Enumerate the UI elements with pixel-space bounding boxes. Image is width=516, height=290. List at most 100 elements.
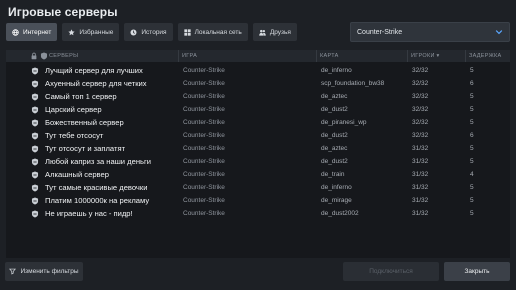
shield-icon <box>31 210 39 218</box>
star-icon <box>68 28 75 36</box>
shield-icon <box>31 119 39 127</box>
server-latency: 5 <box>470 210 474 217</box>
server-players: 32/32 <box>412 67 429 74</box>
server-name: Божественный сервер <box>45 118 124 127</box>
server-latency: 4 <box>470 171 474 178</box>
server-row[interactable]: Тут тебе отсосут Counter-Strike de_dust2 32… <box>6 129 510 142</box>
server-players: 31/32 <box>412 184 429 191</box>
server-row[interactable]: Тут самые красивые девочки Counter-Strike… <box>6 181 510 194</box>
server-row[interactable]: Ахуенный сервер для четких Counter-Strike… <box>6 77 510 90</box>
server-name: Лучщий сервер для лучших <box>45 66 143 75</box>
server-players: 31/32 <box>412 210 429 217</box>
server-players: 32/32 <box>412 93 429 100</box>
server-game: Counter-Strike <box>183 132 225 139</box>
server-latency: 6 <box>470 132 474 139</box>
server-name: Любой каприз за наши деньги <box>45 157 151 166</box>
server-game: Counter-Strike <box>183 67 225 74</box>
column-map[interactable]: КАРТА <box>316 50 339 62</box>
shield-icon <box>31 197 39 205</box>
server-game: Counter-Strike <box>183 210 225 217</box>
shield-icon <box>31 93 39 101</box>
server-map: de_mirage <box>321 197 352 204</box>
server-game: Counter-Strike <box>183 119 225 126</box>
column-game[interactable]: ИГРА <box>178 50 197 62</box>
shield-icon <box>31 67 39 75</box>
close-button[interactable]: Закрыть <box>444 262 510 281</box>
server-name: Тут тебе отсосут <box>45 131 104 140</box>
server-players: 31/32 <box>412 158 429 165</box>
server-row[interactable]: Не играешь у нас - пидр! Counter-Strike de… <box>6 207 510 220</box>
game-filter-dropdown[interactable]: Counter-Strike <box>350 22 510 42</box>
tab-internet[interactable]: Интернет <box>6 23 58 41</box>
tab-lan[interactable]: Локальная сеть <box>177 23 248 41</box>
server-map: de_train <box>321 171 345 178</box>
server-players: 31/32 <box>412 197 429 204</box>
server-map: de_dust2 <box>321 106 348 113</box>
server-players: 31/32 <box>412 171 429 178</box>
tab-label: Интернет <box>23 28 52 36</box>
server-row[interactable]: Платим 1000000к на рекламу Counter-Strike… <box>6 194 510 207</box>
change-filters-button[interactable]: Изменить фильтры <box>5 262 83 281</box>
shield-icon <box>31 184 39 192</box>
server-latency: 5 <box>470 93 474 100</box>
server-row[interactable]: Тут отсосут и заплатят Counter-Strike de_a… <box>6 142 510 155</box>
server-map: de_inferno <box>321 67 352 74</box>
shield-icon <box>31 171 39 179</box>
connect-button[interactable]: Подключиться <box>343 262 439 281</box>
history-icon <box>130 28 137 36</box>
server-map: de_aztec <box>321 93 348 100</box>
window-title: Игровые серверы <box>8 5 118 19</box>
server-name: Самый топ 1 сервер <box>45 92 117 101</box>
server-name: Не играешь у нас - пидр! <box>45 209 133 218</box>
server-map: scp_foundation_bw38 <box>321 80 385 87</box>
server-map: de_dust2002 <box>321 210 359 217</box>
tab-label: Друзья <box>269 28 291 36</box>
server-players: 31/32 <box>412 145 429 152</box>
tab-label: Локальная сеть <box>194 28 242 36</box>
server-latency: 5 <box>470 158 474 165</box>
column-latency[interactable]: ЗАДЕРЖКА <box>465 50 502 62</box>
server-list-header: СЕРВЕРЫ ИГРА КАРТА ИГРОКИ ▾ ЗАДЕРЖКА <box>6 50 510 62</box>
server-name: Тут отсосут и заплатят <box>45 144 126 153</box>
server-row[interactable]: Божественный сервер Counter-Strike de_pira… <box>6 116 510 129</box>
server-game: Counter-Strike <box>183 93 225 100</box>
server-game: Counter-Strike <box>183 184 225 191</box>
tab-favorites[interactable]: Избранные <box>62 23 120 41</box>
server-latency: 6 <box>470 80 474 87</box>
friends-icon <box>259 29 266 36</box>
server-name: Царский сервер <box>45 105 102 114</box>
column-servers[interactable]: СЕРВЕРЫ <box>49 50 78 62</box>
server-latency: 5 <box>470 67 474 74</box>
server-players: 32/32 <box>412 119 429 126</box>
server-game: Counter-Strike <box>183 80 225 87</box>
server-map: de_piranesi_wp <box>321 119 367 126</box>
server-game: Counter-Strike <box>183 145 225 152</box>
shield-icon <box>31 145 39 153</box>
server-players: 32/32 <box>412 106 429 113</box>
lock-icon[interactable] <box>30 52 38 60</box>
shield-icon <box>31 158 39 166</box>
tab-friends[interactable]: Друзья <box>252 23 297 41</box>
server-map: de_inferno <box>321 184 352 191</box>
server-row[interactable]: Самый топ 1 сервер Counter-Strike de_aztec… <box>6 90 510 103</box>
server-game: Counter-Strike <box>183 197 225 204</box>
column-players[interactable]: ИГРОКИ ▾ <box>407 50 440 62</box>
server-row[interactable]: Царский сервер Counter-Strike de_dust2 32/3… <box>6 103 510 116</box>
server-row[interactable]: Любой каприз за наши деньги Counter-Strik… <box>6 155 510 168</box>
server-latency: 5 <box>470 184 474 191</box>
server-name: Платим 1000000к на рекламу <box>45 196 150 205</box>
server-list: СЕРВЕРЫ ИГРА КАРТА ИГРОКИ ▾ ЗАДЕРЖКА Луч… <box>6 50 510 258</box>
connect-label: Подключиться <box>369 268 413 275</box>
server-name: Тут самые красивые девочки <box>45 183 148 192</box>
lan-icon <box>183 28 191 36</box>
server-map: de_aztec <box>321 145 348 152</box>
server-players: 32/32 <box>412 80 429 87</box>
game-filter-value: Counter-Strike <box>357 28 403 36</box>
tab-history[interactable]: История <box>124 23 173 41</box>
shield-icon <box>31 80 39 88</box>
server-latency: 5 <box>470 145 474 152</box>
server-game: Counter-Strike <box>183 106 225 113</box>
server-row[interactable]: Алкашный сервер Counter-Strike de_train 31/… <box>6 168 510 181</box>
server-row[interactable]: Лучщий сервер для лучших Counter-Strike de… <box>6 64 510 77</box>
shield-icon[interactable] <box>40 52 48 60</box>
